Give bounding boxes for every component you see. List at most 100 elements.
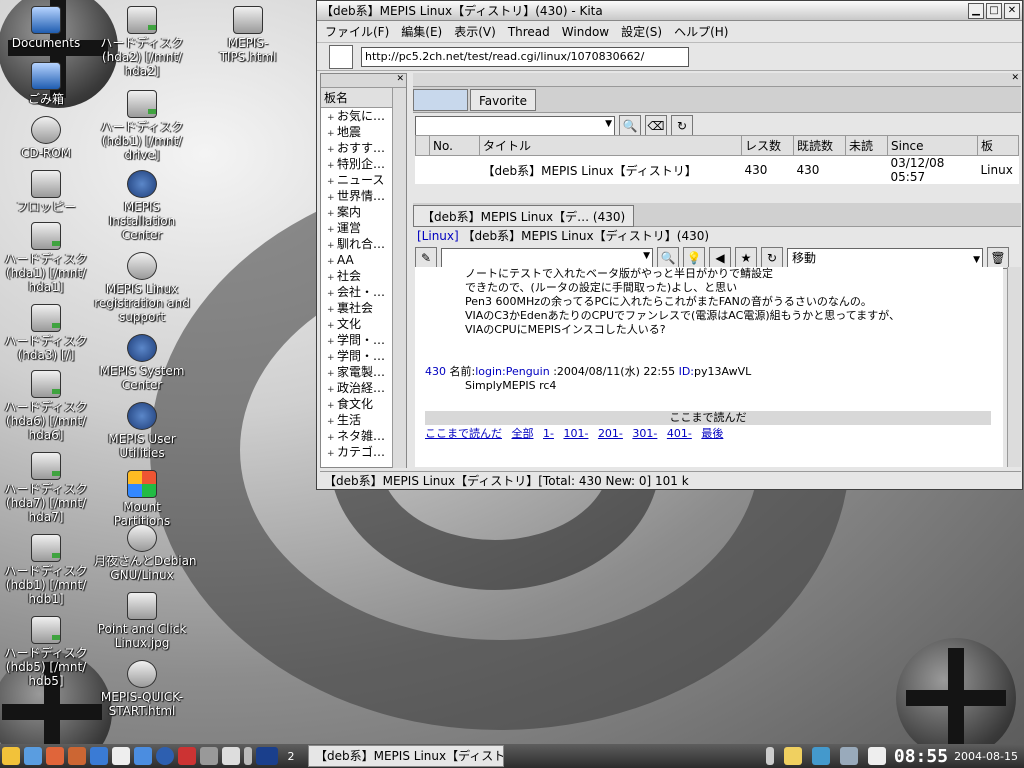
mepis-registration-icon[interactable]: MEPIS Linux registration and support xyxy=(94,252,190,324)
home-icon[interactable] xyxy=(46,747,64,765)
floppy-icon[interactable]: フロッピー xyxy=(0,170,94,214)
broom-icon[interactable]: ⌫ xyxy=(645,115,667,137)
cdrom-icon[interactable]: CD-ROM xyxy=(0,116,94,160)
tools-icon[interactable] xyxy=(134,747,152,765)
table-row[interactable]: 【deb系】MEPIS Linux【ディストリ】 430 430 03/12/0… xyxy=(416,156,1019,184)
tab-board[interactable] xyxy=(413,89,468,111)
klipper-icon[interactable] xyxy=(783,747,802,765)
nav-link[interactable]: ここまで読んだ xyxy=(425,427,502,440)
close-button[interactable]: ✕ xyxy=(1004,2,1020,19)
board-item[interactable]: お気に… xyxy=(321,108,392,124)
mepis-user-utilities-icon[interactable]: MEPIS User Utilities xyxy=(94,402,190,460)
board-item[interactable]: 文化 xyxy=(321,316,392,332)
search-combo[interactable] xyxy=(415,116,615,136)
maximize-button[interactable]: □ xyxy=(986,2,1002,19)
star-icon[interactable]: ★ xyxy=(735,247,757,269)
post-id-label[interactable]: ID: xyxy=(679,365,694,378)
menu-window[interactable]: Window xyxy=(562,25,609,39)
pane-close-icon[interactable]: ✕ xyxy=(413,73,1021,87)
task-kita[interactable]: 【deb系】MEPIS Linux【ディスト xyxy=(308,745,504,767)
disk-hda2-icon[interactable]: ハードディスク (hda2) [/mnt/ hda2] xyxy=(94,6,190,78)
board-item[interactable]: 会社・… xyxy=(321,284,392,300)
menu-settings[interactable]: 設定(S) xyxy=(621,23,662,40)
write-icon[interactable]: ✎ xyxy=(415,247,437,269)
point-click-jpg-icon[interactable]: Point and Click Linux.jpg xyxy=(94,592,190,650)
col-res[interactable]: レス数 xyxy=(741,135,794,156)
minimize-button[interactable]: ▁ xyxy=(968,2,984,19)
board-item[interactable]: 運営 xyxy=(321,220,392,236)
col-read[interactable]: 既読数 xyxy=(793,135,846,156)
find-combo[interactable] xyxy=(441,248,653,268)
board-item[interactable]: カテゴ… xyxy=(321,444,392,460)
keyboard-icon[interactable] xyxy=(867,747,886,765)
mepis-system-center-icon[interactable]: MEPIS System Center xyxy=(94,334,190,392)
post-name-link[interactable]: login:Penguin xyxy=(475,365,549,378)
debian-html-icon[interactable]: 月夜さんとDebian GNU/Linux xyxy=(94,524,197,582)
post-number-link[interactable]: 430 xyxy=(425,365,446,378)
disk-hdb1-drive-icon[interactable]: ハードディスク (hdb1) [/mnt/ drive] xyxy=(94,90,190,162)
browser-icon[interactable] xyxy=(156,747,174,765)
reload-icon[interactable]: ↻ xyxy=(761,247,783,269)
col-since[interactable]: Since xyxy=(887,135,978,156)
mount-partitions-icon[interactable]: Mount Partitions xyxy=(94,470,190,528)
nav-link[interactable]: 1- xyxy=(543,427,554,440)
board-item[interactable]: 世界情… xyxy=(321,188,392,204)
board-list-scrollbar[interactable] xyxy=(392,88,406,468)
nav-link[interactable]: 最後 xyxy=(701,427,723,440)
menu-thread[interactable]: Thread xyxy=(508,25,550,39)
editor-icon[interactable] xyxy=(112,747,130,765)
menu-view[interactable]: 表示(V) xyxy=(454,23,496,40)
desktop-pager-2[interactable]: 2 xyxy=(280,750,302,763)
tray-handle-icon[interactable] xyxy=(765,747,774,765)
clock-time[interactable]: 08:55 xyxy=(894,746,948,767)
mepis-quickstart-icon[interactable]: MEPIS-QUICK- START.html xyxy=(94,660,190,718)
trash-icon[interactable]: 🗑 xyxy=(987,247,1009,269)
board-item[interactable]: 食文化 xyxy=(321,396,392,412)
board-item[interactable]: おすす… xyxy=(321,140,392,156)
col-no[interactable]: No. xyxy=(429,135,480,156)
board-link[interactable]: [Linux] xyxy=(417,229,459,243)
mail-icon[interactable] xyxy=(178,747,196,765)
menu-file[interactable]: ファイル(F) xyxy=(325,23,389,40)
star-icon[interactable] xyxy=(68,747,86,765)
document-icon[interactable] xyxy=(329,44,353,69)
disk-hda1-icon[interactable]: ハードディスク (hda1) [/mnt/ hda1] xyxy=(0,222,94,294)
disk-hdb1-icon[interactable]: ハードディスク (hdb1) [/mnt/ hdb1] xyxy=(0,534,94,606)
board-item[interactable]: 学問・… xyxy=(321,348,392,364)
nav-link[interactable]: 301- xyxy=(632,427,657,440)
back-icon[interactable]: ◀ xyxy=(709,247,731,269)
desktop-pager-1[interactable] xyxy=(256,747,278,765)
nav-link[interactable]: 401- xyxy=(667,427,692,440)
kmenu-icon[interactable] xyxy=(2,747,20,765)
board-item[interactable]: AA xyxy=(321,252,392,268)
documents-icon[interactable]: Documents xyxy=(0,6,94,50)
pager-handle-icon[interactable] xyxy=(244,747,252,765)
bulb-icon[interactable]: 💡 xyxy=(683,247,705,269)
board-item[interactable]: 社会 xyxy=(321,268,392,284)
printer-icon[interactable] xyxy=(200,747,218,765)
tab-favorite[interactable]: Favorite xyxy=(470,89,536,111)
thread-scrollbar[interactable] xyxy=(1007,267,1021,467)
network-icon[interactable] xyxy=(90,747,108,765)
board-item[interactable]: 学問・… xyxy=(321,332,392,348)
board-item[interactable]: 裏社会 xyxy=(321,300,392,316)
url-input[interactable] xyxy=(361,46,689,67)
board-item[interactable]: 特別企… xyxy=(321,156,392,172)
move-combo[interactable]: 移動 xyxy=(787,248,983,269)
nav-link[interactable]: 201- xyxy=(598,427,623,440)
search-icon[interactable]: 🔍 xyxy=(619,115,641,137)
board-item[interactable]: 案内 xyxy=(321,204,392,220)
display-icon[interactable] xyxy=(839,747,858,765)
pane-close-icon[interactable]: ✕ xyxy=(321,74,406,88)
nav-link[interactable]: 101- xyxy=(563,427,588,440)
tab-thread[interactable]: 【deb系】MEPIS Linux【デ… (430) xyxy=(413,205,635,227)
mepis-tips-icon[interactable]: MEPIS-TIPS.html xyxy=(200,6,296,64)
trash-icon[interactable]: ごみ箱 xyxy=(0,62,94,106)
menu-help[interactable]: ヘルプ(H) xyxy=(674,23,728,40)
board-item[interactable]: 生活 xyxy=(321,412,392,428)
board-item[interactable]: 馴れ合… xyxy=(321,236,392,252)
title-bar[interactable]: 【deb系】MEPIS Linux【ディストリ】(430) - Kita ▁ □… xyxy=(317,1,1022,21)
terminal-icon[interactable] xyxy=(222,747,240,765)
disk-hda3-icon[interactable]: ハードディスク (hda3) [/] xyxy=(0,304,94,362)
board-item[interactable]: ニュース xyxy=(321,172,392,188)
